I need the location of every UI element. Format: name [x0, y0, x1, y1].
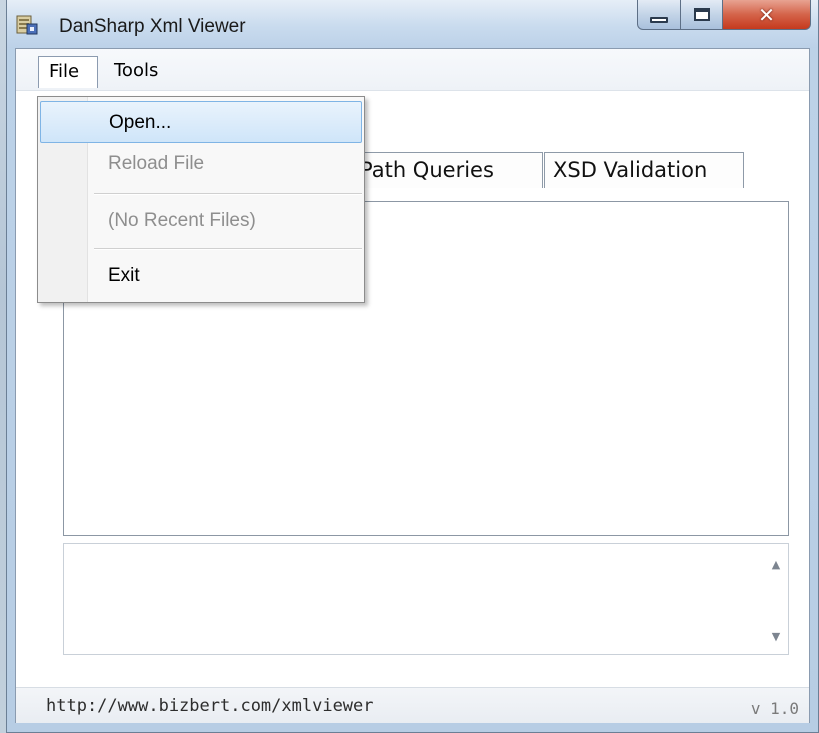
menu-item-open[interactable]: Open...: [40, 101, 362, 143]
minimize-button[interactable]: [637, 0, 681, 30]
menu-bar: File Tools: [16, 49, 809, 91]
scroll-up-icon[interactable]: ▲: [769, 558, 783, 572]
menu-separator: [94, 248, 362, 250]
menu-item-reload-file[interactable]: Reload File: [40, 143, 362, 185]
maximize-button[interactable]: [681, 0, 723, 30]
close-icon: ✕: [758, 2, 775, 27]
tab-xpath-queries[interactable]: Path Queries: [351, 152, 543, 188]
window-title: DanSharp Xml Viewer: [59, 16, 246, 37]
maximize-icon: [693, 8, 710, 21]
scroll-down-icon[interactable]: ▼: [769, 630, 783, 644]
status-url-link[interactable]: http://www.bizbert.com/xmlviewer: [46, 696, 374, 716]
menu-item-recent-files[interactable]: (No Recent Files): [40, 200, 362, 242]
menu-item-exit[interactable]: Exit: [40, 255, 362, 297]
minimize-icon: [650, 16, 668, 23]
vertical-scrollbar[interactable]: ▲ ▼: [764, 544, 788, 654]
tab-xsd-validation[interactable]: XSD Validation: [544, 152, 744, 188]
output-textbox[interactable]: ▲ ▼: [63, 543, 789, 655]
status-bar: http://www.bizbert.com/xmlviewer v 1.0: [16, 687, 809, 723]
file-menu-dropdown: Open... Reload File (No Recent Files) Ex…: [37, 96, 365, 303]
menu-separator: [94, 193, 362, 195]
menu-file[interactable]: File: [38, 56, 98, 88]
version-label: v 1.0: [750, 699, 799, 718]
xml-tools-icon[interactable]: [15, 14, 39, 36]
close-button[interactable]: ✕: [723, 0, 811, 30]
title-bar[interactable]: DanSharp Xml Viewer ✕: [7, 0, 818, 48]
app-window: DanSharp Xml Viewer ✕ File Tools Path Qu…: [6, 0, 819, 733]
menu-tools[interactable]: Tools: [104, 56, 168, 88]
